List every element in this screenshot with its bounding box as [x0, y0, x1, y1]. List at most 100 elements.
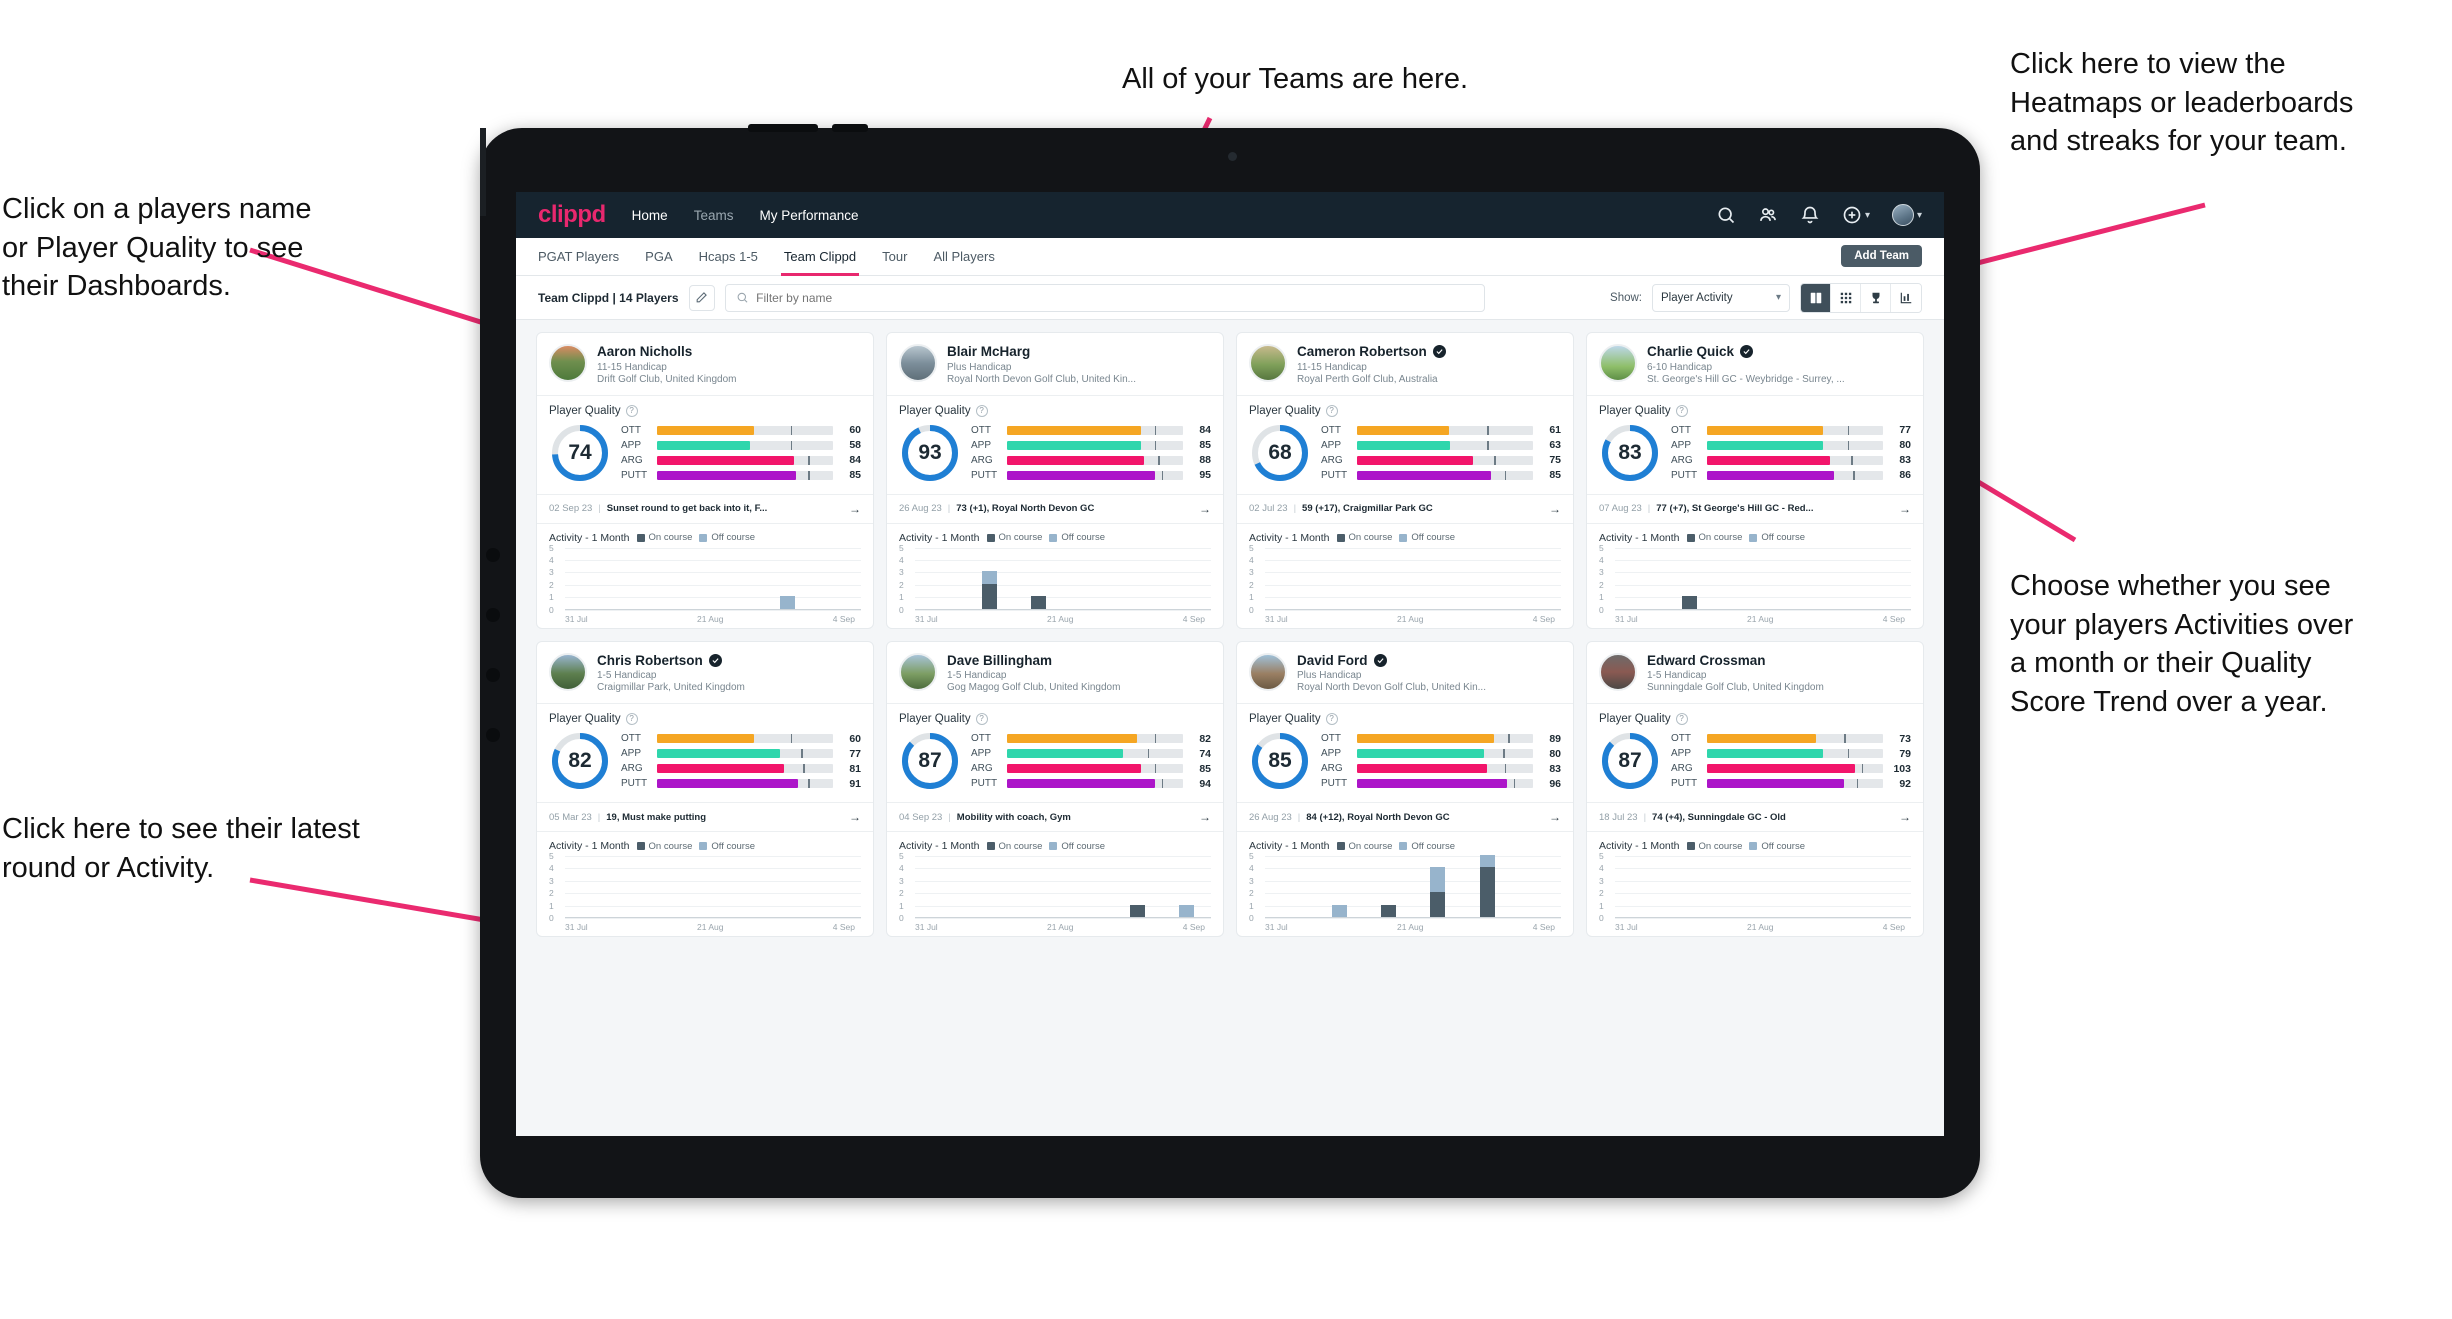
help-icon[interactable]: ? [625, 404, 638, 417]
player-quality-ring[interactable]: 68 [1249, 422, 1311, 484]
player-card[interactable]: Charlie Quick 6-10 Handicap St. George's H… [1586, 332, 1924, 629]
player-name[interactable]: Aaron Nicholls [597, 344, 692, 360]
plus-circle-icon[interactable] [1842, 205, 1862, 225]
latest-round-row[interactable]: 26 Aug 23 | 73 (+1), Royal North Devon GC → [887, 493, 1223, 524]
avatar[interactable] [1249, 344, 1287, 382]
help-icon[interactable]: ? [975, 713, 988, 726]
help-icon[interactable]: ? [1325, 713, 1338, 726]
avatar[interactable] [549, 652, 587, 691]
player-quality-body[interactable]: 87 OTT 82 APP 74 ARG 85 PUTT 94 [887, 728, 1223, 802]
latest-round-row[interactable]: 26 Aug 23 | 84 (+12), Royal North Devon GC… [1237, 802, 1573, 833]
player-name-row[interactable]: Dave Billingham [947, 653, 1120, 669]
avatar[interactable] [1249, 652, 1287, 691]
stats-view-icon[interactable] [1891, 283, 1921, 312]
player-name-row[interactable]: David Ford [1297, 653, 1486, 669]
latest-round-row[interactable]: 02 Jul 23 | 59 (+17), Craigmillar Park GC → [1237, 493, 1573, 524]
player-quality-body[interactable]: 87 OTT 73 APP 79 ARG 103 PUTT 92 [1587, 728, 1923, 802]
player-card-header[interactable]: Chris Robertson 1-5 Handicap Craigmillar P… [537, 642, 873, 704]
player-card-header[interactable]: Dave Billingham 1-5 Handicap Gog Magog Gol… [887, 642, 1223, 704]
pencil-icon[interactable] [688, 284, 715, 311]
avatar[interactable] [899, 344, 937, 382]
player-card-header[interactable]: David Ford Plus Handicap Royal North Devon… [1237, 642, 1573, 704]
show-select[interactable]: Player Activity ▾ [1652, 283, 1790, 312]
latest-round-row[interactable]: 05 Mar 23 | 19, Must make putting → [537, 802, 873, 833]
nav-link-home[interactable]: Home [632, 208, 668, 223]
search-icon[interactable] [1716, 205, 1736, 225]
help-icon[interactable]: ? [1675, 404, 1688, 417]
player-name[interactable]: David Ford [1297, 653, 1368, 669]
player-card[interactable]: Aaron Nicholls 11-15 Handicap Drift Golf C… [536, 332, 874, 629]
arrow-right-icon[interactable]: → [1199, 810, 1211, 824]
tab-hcaps-1-5[interactable]: Hcaps 1-5 [699, 238, 758, 276]
player-card-header[interactable]: Charlie Quick 6-10 Handicap St. George's H… [1587, 333, 1923, 395]
arrow-right-icon[interactable]: → [849, 502, 861, 516]
bell-icon[interactable] [1800, 205, 1820, 225]
add-menu[interactable]: ▾ [1842, 205, 1870, 225]
player-card[interactable]: David Ford Plus Handicap Royal North Devon… [1236, 640, 1574, 938]
player-card[interactable]: Chris Robertson 1-5 Handicap Craigmillar P… [536, 640, 874, 938]
grid-view-icon[interactable] [1831, 283, 1861, 312]
player-quality-body[interactable]: 85 OTT 89 APP 80 ARG 83 PUTT 96 [1237, 728, 1573, 802]
player-card-header[interactable]: Blair McHarg Plus Handicap Royal North Dev… [887, 333, 1223, 395]
player-name[interactable]: Dave Billingham [947, 653, 1052, 669]
avatar[interactable] [899, 652, 937, 691]
player-quality-ring[interactable]: 93 [899, 422, 961, 484]
player-card[interactable]: Blair McHarg Plus Handicap Royal North Dev… [886, 332, 1224, 629]
player-name[interactable]: Blair McHarg [947, 344, 1030, 360]
tab-pga[interactable]: PGA [645, 238, 672, 276]
player-card-header[interactable]: Edward Crossman 1-5 Handicap Sunningdale G… [1587, 642, 1923, 704]
player-card-header[interactable]: Cameron Robertson 11-15 Handicap Royal Per… [1237, 333, 1573, 395]
player-quality-body[interactable]: 74 OTT 60 APP 58 ARG 84 PUTT 85 [537, 420, 873, 494]
player-quality-ring[interactable]: 87 [899, 730, 961, 792]
help-icon[interactable]: ? [1325, 404, 1338, 417]
clippd-logo[interactable]: clippd [538, 201, 606, 229]
arrow-right-icon[interactable]: → [1549, 810, 1561, 824]
arrow-right-icon[interactable]: → [1899, 810, 1911, 824]
player-card[interactable]: Dave Billingham 1-5 Handicap Gog Magog Gol… [886, 640, 1224, 938]
search-container[interactable] [724, 283, 1485, 312]
player-name-row[interactable]: Blair McHarg [947, 344, 1136, 360]
help-icon[interactable]: ? [625, 713, 638, 726]
player-name-row[interactable]: Cameron Robertson [1297, 344, 1446, 360]
player-name-row[interactable]: Chris Robertson [597, 653, 745, 669]
avatar[interactable] [1599, 652, 1637, 691]
help-icon[interactable]: ? [975, 404, 988, 417]
arrow-right-icon[interactable]: → [1549, 502, 1561, 516]
latest-round-row[interactable]: 04 Sep 23 | Mobility with coach, Gym → [887, 802, 1223, 833]
player-quality-body[interactable]: 83 OTT 77 APP 80 ARG 83 PUTT 86 [1587, 420, 1923, 494]
latest-round-row[interactable]: 07 Aug 23 | 77 (+7), St George's Hill GC -… [1587, 493, 1923, 524]
avatar[interactable] [1891, 204, 1914, 226]
search-input[interactable] [756, 290, 1474, 305]
player-quality-body[interactable]: 68 OTT 61 APP 63 ARG 75 PUTT 85 [1237, 420, 1573, 494]
player-name-row[interactable]: Edward Crossman [1647, 653, 1824, 669]
arrow-right-icon[interactable]: → [849, 810, 861, 824]
player-quality-body[interactable]: 93 OTT 84 APP 85 ARG 88 PUTT 95 [887, 420, 1223, 494]
tab-team-clippd[interactable]: Team Clippd [780, 238, 860, 276]
player-quality-body[interactable]: 82 OTT 60 APP 77 ARG 81 PUTT 91 [537, 728, 873, 802]
latest-round-row[interactable]: 02 Sep 23 | Sunset round to get back into … [537, 493, 873, 524]
player-quality-ring[interactable]: 74 [549, 422, 611, 484]
player-name[interactable]: Charlie Quick [1647, 344, 1734, 360]
player-card[interactable]: Edward Crossman 1-5 Handicap Sunningdale G… [1586, 640, 1924, 938]
tab-tour[interactable]: Tour [882, 238, 907, 276]
player-name[interactable]: Cameron Robertson [1297, 344, 1427, 360]
tab-pgat-players[interactable]: PGAT Players [538, 238, 619, 276]
player-quality-ring[interactable]: 82 [549, 730, 611, 792]
player-name-row[interactable]: Aaron Nicholls [597, 344, 737, 360]
add-team-button[interactable]: Add Team [1841, 245, 1922, 267]
player-name[interactable]: Edward Crossman [1647, 653, 1766, 669]
avatar[interactable] [1599, 344, 1637, 382]
help-icon[interactable]: ? [1675, 713, 1688, 726]
player-quality-ring[interactable]: 85 [1249, 730, 1311, 792]
arrow-right-icon[interactable]: → [1199, 502, 1211, 516]
player-card-header[interactable]: Aaron Nicholls 11-15 Handicap Drift Golf C… [537, 333, 873, 395]
player-quality-ring[interactable]: 87 [1599, 730, 1661, 792]
player-name-row[interactable]: Charlie Quick [1647, 344, 1845, 360]
player-quality-ring[interactable]: 83 [1599, 422, 1661, 484]
tab-all-players[interactable]: All Players [933, 238, 994, 276]
card-view-icon[interactable] [1801, 283, 1831, 312]
arrow-right-icon[interactable]: → [1899, 502, 1911, 516]
people-icon[interactable] [1758, 205, 1778, 225]
trophy-view-icon[interactable] [1861, 283, 1891, 312]
user-menu[interactable]: ▾ [1891, 204, 1922, 226]
